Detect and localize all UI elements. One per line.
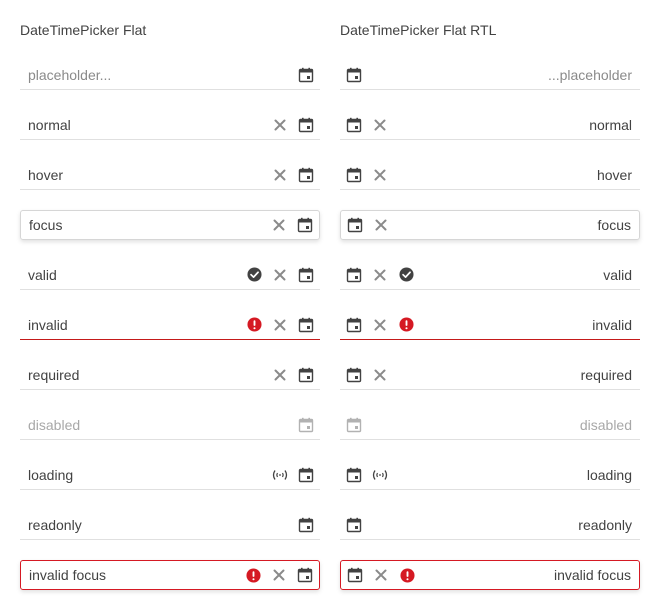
datetimepicker-required-rtl[interactable]: required bbox=[340, 360, 640, 390]
input-value[interactable]: invalid focus bbox=[21, 567, 240, 583]
calendar-icon[interactable] bbox=[341, 60, 367, 90]
input-value[interactable]: placeholder... bbox=[20, 67, 293, 83]
calendar-icon[interactable] bbox=[341, 460, 367, 490]
datetimepicker-invalid[interactable]: invalid bbox=[20, 310, 320, 340]
datetimepicker-valid[interactable]: valid bbox=[20, 260, 320, 290]
calendar-icon bbox=[341, 410, 367, 440]
input-value: disabled bbox=[28, 416, 81, 433]
clear-icon[interactable] bbox=[266, 560, 292, 590]
calendar-icon[interactable] bbox=[341, 110, 367, 140]
clear-icon[interactable] bbox=[266, 210, 292, 240]
datetimepicker-normal[interactable]: normal bbox=[20, 110, 320, 140]
error-icon bbox=[241, 310, 267, 340]
datetimepicker-normal-rtl[interactable]: normal bbox=[340, 110, 640, 140]
calendar-icon[interactable] bbox=[293, 360, 319, 390]
datetimepicker-invalid-rtl[interactable]: invalid bbox=[340, 310, 640, 340]
datetimepicker-loading[interactable]: loading bbox=[20, 460, 320, 490]
input-value[interactable]: hover bbox=[20, 167, 267, 183]
input-value[interactable]: invalid focus bbox=[420, 567, 639, 583]
calendar-icon[interactable] bbox=[292, 210, 318, 240]
datetimepicker-invalid-focus[interactable]: invalid focus bbox=[20, 560, 320, 590]
clear-icon[interactable] bbox=[267, 310, 293, 340]
clear-icon[interactable] bbox=[267, 110, 293, 140]
section-title-ltr: DateTimePicker Flat bbox=[20, 22, 147, 38]
datetimepicker-focus-rtl[interactable]: focus bbox=[340, 210, 640, 240]
datetimepicker-hover-rtl[interactable]: hover bbox=[340, 160, 640, 190]
calendar-icon[interactable] bbox=[342, 560, 368, 590]
clear-icon[interactable] bbox=[367, 360, 393, 390]
datetimepicker-readonly[interactable]: readonly bbox=[20, 510, 320, 540]
datetimepicker-disabled: disabled bbox=[20, 410, 320, 440]
clear-icon[interactable] bbox=[367, 310, 393, 340]
datetimepicker-focus[interactable]: focus bbox=[20, 210, 320, 240]
input-value[interactable]: loading bbox=[393, 467, 640, 483]
calendar-icon[interactable] bbox=[293, 110, 319, 140]
calendar-icon[interactable] bbox=[341, 360, 367, 390]
input-value[interactable]: readonly bbox=[20, 517, 293, 533]
input-value[interactable]: focus bbox=[21, 217, 266, 233]
calendar-icon[interactable] bbox=[293, 460, 319, 490]
datetimepicker-required[interactable]: required bbox=[20, 360, 320, 390]
calendar-icon[interactable] bbox=[341, 310, 367, 340]
calendar-icon[interactable] bbox=[293, 510, 319, 540]
input-value[interactable]: invalid bbox=[419, 317, 640, 333]
clear-icon[interactable] bbox=[368, 560, 394, 590]
calendar-icon[interactable] bbox=[342, 210, 368, 240]
clear-icon[interactable] bbox=[367, 160, 393, 190]
calendar-icon[interactable] bbox=[341, 510, 367, 540]
input-value[interactable]: required bbox=[393, 367, 640, 383]
error-icon bbox=[394, 560, 420, 590]
calendar-icon[interactable] bbox=[292, 560, 318, 590]
input-value[interactable]: invalid bbox=[20, 317, 241, 333]
check-circle-icon bbox=[241, 260, 267, 290]
datetimepicker-placeholder-rtl[interactable]: ...placeholder bbox=[340, 60, 640, 90]
input-value[interactable]: loading bbox=[20, 467, 267, 483]
input-value[interactable]: valid bbox=[419, 267, 640, 283]
input-value[interactable]: ...placeholder bbox=[367, 67, 640, 83]
input-value[interactable]: valid bbox=[20, 267, 241, 283]
section-title-rtl: DateTimePicker Flat RTL bbox=[340, 22, 497, 38]
datetimepicker-readonly-rtl[interactable]: readonly bbox=[340, 510, 640, 540]
calendar-icon[interactable] bbox=[293, 160, 319, 190]
input-value[interactable]: readonly bbox=[367, 517, 640, 533]
clear-icon[interactable] bbox=[367, 110, 393, 140]
error-icon bbox=[393, 310, 419, 340]
input-value[interactable]: normal bbox=[393, 117, 640, 133]
check-circle-icon bbox=[393, 260, 419, 290]
calendar-icon[interactable] bbox=[293, 310, 319, 340]
calendar-icon[interactable] bbox=[293, 260, 319, 290]
error-icon bbox=[240, 560, 266, 590]
datetimepicker-placeholder[interactable]: placeholder... bbox=[20, 60, 320, 90]
clear-icon[interactable] bbox=[267, 260, 293, 290]
input-value[interactable]: focus bbox=[394, 217, 639, 233]
datetimepicker-disabled-rtl: disabled bbox=[340, 410, 640, 440]
clear-icon[interactable] bbox=[368, 210, 394, 240]
input-value[interactable]: hover bbox=[393, 167, 640, 183]
calendar-icon[interactable] bbox=[341, 260, 367, 290]
input-value[interactable]: required bbox=[20, 367, 267, 383]
calendar-icon[interactable] bbox=[293, 60, 319, 90]
clear-icon[interactable] bbox=[267, 360, 293, 390]
calendar-icon[interactable] bbox=[341, 160, 367, 190]
datetimepicker-invalid-focus-rtl[interactable]: invalid focus bbox=[340, 560, 640, 590]
clear-icon[interactable] bbox=[367, 260, 393, 290]
input-value[interactable]: normal bbox=[20, 117, 267, 133]
loading-icon bbox=[367, 460, 393, 490]
loading-icon bbox=[267, 460, 293, 490]
datetimepicker-loading-rtl[interactable]: loading bbox=[340, 460, 640, 490]
datetimepicker-valid-rtl[interactable]: valid bbox=[340, 260, 640, 290]
datetimepicker-hover[interactable]: hover bbox=[20, 160, 320, 190]
calendar-icon bbox=[293, 410, 319, 440]
clear-icon[interactable] bbox=[267, 160, 293, 190]
input-value: disabled bbox=[579, 416, 632, 433]
